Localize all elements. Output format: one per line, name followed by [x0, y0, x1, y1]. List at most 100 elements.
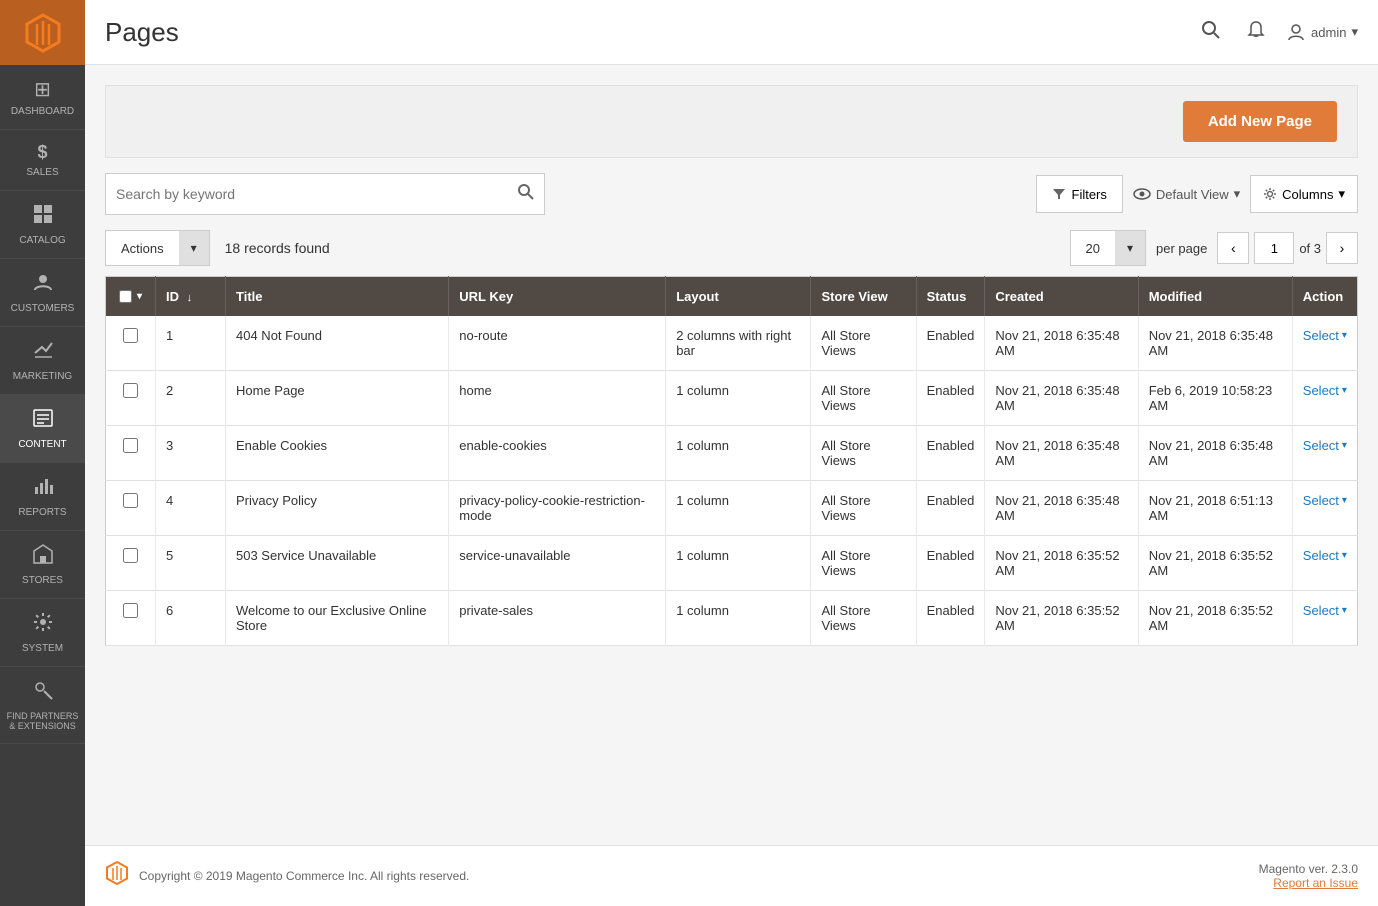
cell-action: Select▾ [1292, 316, 1357, 371]
sidebar: ⊞ DASHBOARD $ SALES CATALOG CUSTOMERS MA… [0, 0, 85, 906]
cell-title: 503 Service Unavailable [226, 536, 449, 591]
th-id[interactable]: ID ↓ [156, 277, 226, 317]
cell-created: Nov 21, 2018 6:35:48 AM [985, 481, 1138, 536]
cell-action: Select▾ [1292, 536, 1357, 591]
page-title: Pages [105, 17, 1196, 48]
admin-user-menu[interactable]: admin ▾ [1286, 22, 1358, 42]
actions-dropdown[interactable]: Actions ▾ [105, 230, 210, 266]
report-issue-link[interactable]: Report an Issue [1273, 876, 1358, 890]
th-action: Action [1292, 277, 1357, 317]
sidebar-item-reports[interactable]: REPORTS [0, 463, 85, 531]
cell-layout: 1 column [666, 536, 811, 591]
select-all-arrow[interactable]: ▾ [137, 291, 142, 302]
cell-title: Privacy Policy [226, 481, 449, 536]
row-checkbox-6[interactable] [123, 603, 138, 618]
search-icon [1201, 20, 1221, 40]
table-row: 4 Privacy Policy privacy-policy-cookie-r… [106, 481, 1358, 536]
sidebar-item-catalog[interactable]: CATALOG [0, 191, 85, 259]
sidebar-item-label: CATALOG [19, 235, 65, 246]
add-new-page-button[interactable]: Add New Page [1183, 101, 1337, 142]
th-url-key: URL Key [449, 277, 666, 317]
cell-layout: 2 columns with right bar [666, 316, 811, 371]
row-checkbox-cell [106, 316, 156, 371]
row-select-link-4[interactable]: Select▾ [1303, 493, 1347, 508]
table-row: 6 Welcome to our Exclusive Online Store … [106, 591, 1358, 646]
th-id-label: ID [166, 289, 179, 304]
magento-logo-icon [23, 13, 63, 53]
content-icon [32, 407, 54, 435]
next-page-button[interactable]: › [1326, 232, 1358, 264]
select-link-arrow: ▾ [1342, 385, 1347, 396]
cell-store-view: All Store Views [811, 426, 916, 481]
cell-action: Select▾ [1292, 371, 1357, 426]
pages-table: ▾ ID ↓ Title URL Key Layout Store View S… [105, 276, 1358, 646]
actions-label: Actions [106, 241, 179, 256]
per-page-arrow: ▾ [1115, 231, 1145, 265]
cell-created: Nov 21, 2018 6:35:52 AM [985, 536, 1138, 591]
row-checkbox-cell [106, 371, 156, 426]
sidebar-item-sales[interactable]: $ SALES [0, 130, 85, 191]
cell-status: Enabled [916, 536, 985, 591]
sidebar-item-label: CUSTOMERS [11, 303, 75, 314]
cell-modified: Feb 6, 2019 10:58:23 AM [1138, 371, 1292, 426]
bell-icon [1246, 20, 1266, 40]
search-icon-button[interactable] [1196, 15, 1226, 50]
row-checkbox-3[interactable] [123, 438, 138, 453]
sidebar-item-marketing[interactable]: MARKETING [0, 327, 85, 395]
row-checkbox-5[interactable] [123, 548, 138, 563]
row-select-link-6[interactable]: Select▾ [1303, 603, 1347, 618]
actions-left: Actions ▾ 18 records found [105, 230, 330, 266]
select-all-checkbox[interactable] [119, 290, 132, 303]
cell-id: 2 [156, 371, 226, 426]
sales-icon: $ [37, 142, 47, 163]
main-content: Pages admin ▾ [85, 0, 1378, 906]
sidebar-item-system[interactable]: SYSTEM [0, 599, 85, 667]
row-select-link-1[interactable]: Select▾ [1303, 328, 1347, 343]
filters-button[interactable]: Filters [1036, 175, 1123, 213]
select-link-arrow: ▾ [1342, 550, 1347, 561]
cell-store-view: All Store Views [811, 591, 916, 646]
dashboard-icon: ⊞ [34, 77, 51, 102]
user-icon [1286, 22, 1306, 42]
th-layout: Layout [666, 277, 811, 317]
row-select-link-3[interactable]: Select▾ [1303, 438, 1347, 453]
sidebar-item-label: REPORTS [18, 507, 66, 518]
cell-url-key: no-route [449, 316, 666, 371]
row-select-link-2[interactable]: Select▾ [1303, 383, 1347, 398]
view-control[interactable]: Default View ▾ [1133, 185, 1240, 203]
row-checkbox-4[interactable] [123, 493, 138, 508]
columns-button[interactable]: Columns ▾ [1250, 175, 1358, 213]
sidebar-item-stores[interactable]: STORES [0, 531, 85, 599]
sidebar-item-content[interactable]: CONTENT [0, 395, 85, 463]
system-icon [32, 611, 54, 639]
row-checkbox-2[interactable] [123, 383, 138, 398]
search-input[interactable] [116, 186, 518, 202]
per-page-value: 20 [1071, 241, 1115, 256]
sidebar-item-customers[interactable]: CUSTOMERS [0, 259, 85, 327]
search-box [105, 173, 545, 215]
cell-modified: Nov 21, 2018 6:51:13 AM [1138, 481, 1292, 536]
page-of-label: of 3 [1299, 241, 1321, 256]
cell-status: Enabled [916, 591, 985, 646]
table-body: 1 404 Not Found no-route 2 columns with … [106, 316, 1358, 646]
cell-title: Welcome to our Exclusive Online Store [226, 591, 449, 646]
page-number-input[interactable] [1254, 232, 1294, 264]
admin-dropdown-arrow: ▾ [1351, 24, 1358, 40]
sidebar-item-dashboard[interactable]: ⊞ DASHBOARD [0, 65, 85, 130]
cell-store-view: All Store Views [811, 371, 916, 426]
cell-id: 6 [156, 591, 226, 646]
sidebar-item-find-partners[interactable]: FIND PARTNERS & EXTENSIONS [0, 667, 85, 744]
cell-action: Select▾ [1292, 426, 1357, 481]
cell-url-key: service-unavailable [449, 536, 666, 591]
search-filter-bar: Filters Default View ▾ Columns [105, 173, 1358, 215]
row-checkbox-cell [106, 591, 156, 646]
prev-page-button[interactable]: ‹ [1217, 232, 1249, 264]
row-checkbox-1[interactable] [123, 328, 138, 343]
row-select-link-5[interactable]: Select▾ [1303, 548, 1347, 563]
admin-label: admin [1311, 25, 1346, 40]
cell-modified: Nov 21, 2018 6:35:52 AM [1138, 536, 1292, 591]
cell-layout: 1 column [666, 371, 811, 426]
search-submit-button[interactable] [518, 184, 534, 205]
notification-bell-button[interactable] [1241, 15, 1271, 50]
per-page-select[interactable]: 20 ▾ [1070, 230, 1146, 266]
